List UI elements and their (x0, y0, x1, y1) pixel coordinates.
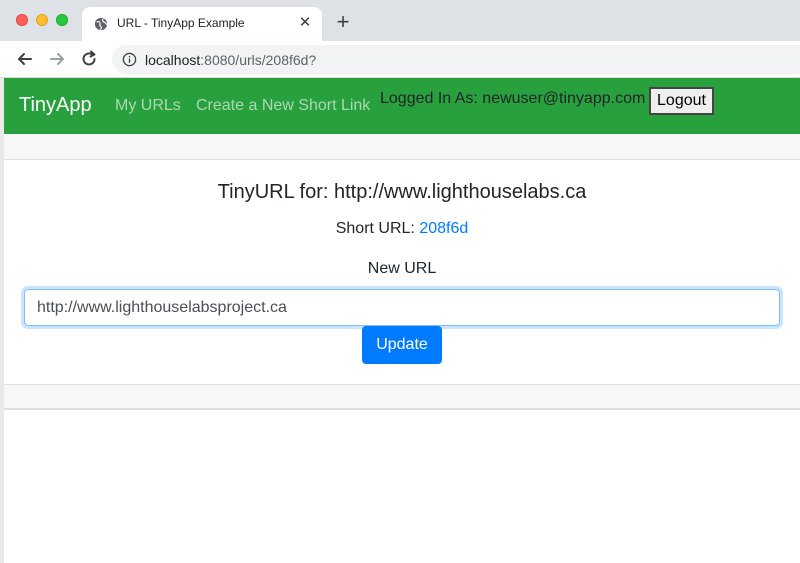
reload-icon[interactable] (79, 49, 99, 69)
logged-in-text: Logged In As: newuser@tinyapp.com (380, 90, 646, 107)
close-window-button[interactable] (16, 14, 28, 26)
minimize-window-button[interactable] (36, 14, 48, 26)
short-url-row: Short URL: 208f6d (4, 220, 800, 238)
address-bar[interactable]: localhost:8080/urls/208f6d? (112, 45, 800, 74)
url-card: TinyURL for: http://www.lighthouselabs.c… (4, 134, 800, 412)
browser-toolbar: localhost:8080/urls/208f6d? (0, 41, 800, 78)
new-tab-icon[interactable]: + (332, 11, 354, 33)
page-title: TinyURL for: http://www.lighthouselabs.c… (217, 181, 587, 203)
forward-arrow-icon[interactable] (47, 49, 67, 69)
window-controls (16, 14, 68, 26)
url-host: localhost (145, 52, 201, 68)
update-button[interactable]: Update (362, 326, 442, 364)
globe-icon (94, 17, 108, 31)
tab-title: URL - TinyApp Example (117, 16, 245, 30)
url-text[interactable]: localhost:8080/urls/208f6d? (145, 52, 316, 68)
card-header (4, 134, 800, 160)
card-footer (4, 384, 800, 410)
short-url-link[interactable]: 208f6d (419, 220, 468, 237)
new-url-label: New URL (367, 260, 437, 277)
info-icon[interactable] (122, 52, 137, 67)
brand-link[interactable]: TinyApp (19, 94, 92, 117)
nav-link-create-short-link[interactable]: Create a New Short Link (196, 97, 370, 115)
logout-button[interactable]: Logout (649, 87, 714, 115)
app-navbar: TinyApp My URLs Create a New Short Link … (4, 78, 800, 134)
close-tab-icon[interactable]: ✕ (296, 13, 314, 33)
nav-link-my-urls[interactable]: My URLs (115, 97, 181, 115)
new-url-input[interactable] (24, 289, 780, 326)
short-url-label: Short URL: (335, 220, 415, 237)
browser-tab[interactable]: URL - TinyApp Example ✕ (82, 7, 322, 41)
back-arrow-icon[interactable] (15, 49, 35, 69)
url-path: :8080/urls/208f6d? (200, 52, 317, 68)
browser-tab-strip: URL - TinyApp Example ✕ + (0, 0, 800, 41)
maximize-window-button[interactable] (56, 14, 68, 26)
